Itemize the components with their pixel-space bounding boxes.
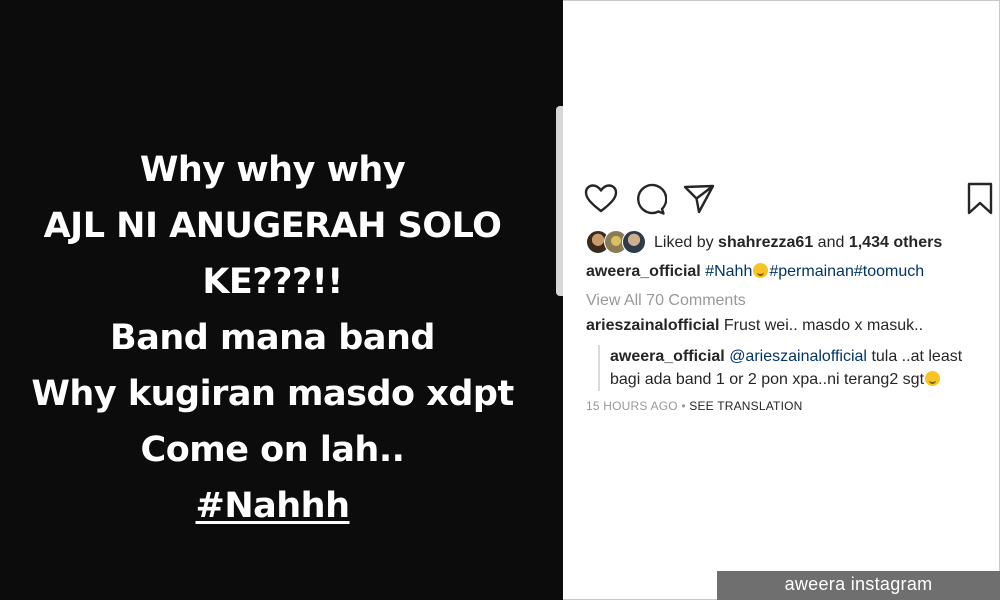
story-line: Band mana band — [110, 318, 435, 358]
story-text: Why why why AJL NI ANUGERAH SOLO KE???!!… — [0, 142, 545, 534]
story-hashtag: #Nahhh — [195, 486, 351, 526]
comment-reply: aweera_official @arieszainalofficial tul… — [598, 345, 1000, 391]
story-image: Why why why AJL NI ANUGERAH SOLO KE???!!… — [0, 0, 563, 600]
comment: arieszainalofficial Frust wei.. masdo x … — [586, 317, 923, 335]
comment-text: Frust wei.. masdo x masuk.. — [723, 317, 924, 334]
caption-hashtag[interactable]: #toomuch — [854, 263, 924, 280]
likes-count[interactable]: 1,434 others — [849, 234, 942, 252]
reply-text-line1: tula ..at least — [871, 348, 963, 365]
reply-username[interactable]: aweera_official — [610, 348, 725, 365]
story-line: Why kugiran masdo xdpt — [31, 374, 514, 414]
share-icon[interactable] — [682, 182, 716, 216]
reply-mention[interactable]: @arieszainalofficial — [729, 348, 867, 365]
story-line: AJL NI ANUGERAH SOLO — [43, 206, 502, 246]
liker-avatars — [586, 230, 648, 256]
caption-hashtag[interactable]: #Nahh — [705, 263, 752, 280]
reply-text-line2: bagi ada band 1 or 2 pon xpa..ni terang2… — [610, 371, 925, 388]
likes-row: Liked by shahrezza61 and 1,434 others — [586, 230, 942, 256]
story-line: Why why why — [139, 150, 406, 190]
likes-prefix: Liked by — [654, 234, 714, 251]
story-line: Come on lah.. — [140, 430, 405, 470]
comment-icon[interactable] — [633, 182, 668, 216]
see-translation-link[interactable]: SEE TRANSLATION — [689, 399, 802, 413]
image-credit-caption: aweera instagram — [717, 571, 1000, 600]
likes-joiner: and — [817, 234, 845, 251]
post-caption: aweera_official #Nahh #permainan#toomuch — [586, 263, 924, 281]
avatar[interactable] — [622, 230, 646, 254]
comment-username[interactable]: arieszainalofficial — [586, 317, 719, 334]
view-all-comments-link[interactable]: View All 70 Comments — [586, 292, 746, 310]
post-timestamp[interactable]: 15 HOURS AGO — [586, 399, 678, 413]
meta-separator: • — [681, 399, 686, 413]
scrollbar-handle[interactable] — [556, 106, 563, 296]
smiling-face-emoji-icon — [925, 371, 941, 386]
heart-icon[interactable] — [584, 182, 618, 216]
post-meta: 15 HOURS AGO • SEE TRANSLATION — [586, 399, 803, 413]
bookmark-icon[interactable] — [966, 182, 994, 216]
story-line: KE???!! — [202, 262, 343, 302]
caption-username[interactable]: aweera_official — [586, 263, 701, 280]
post-actions-bar — [584, 182, 996, 218]
liker-username[interactable]: shahrezza61 — [718, 234, 813, 252]
caption-hashtag[interactable]: #permainan — [769, 263, 854, 280]
upside-down-face-emoji-icon — [753, 263, 769, 278]
